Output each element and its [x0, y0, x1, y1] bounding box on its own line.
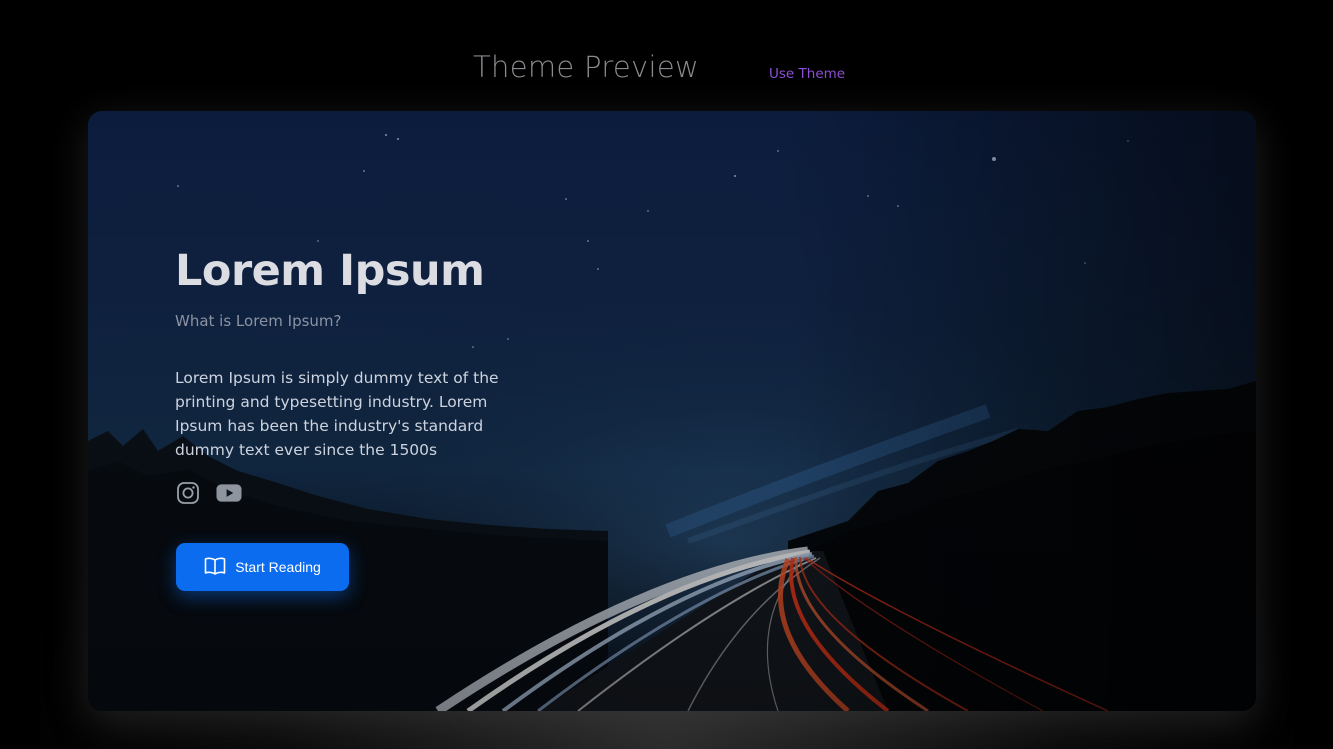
- start-reading-label: Start Reading: [235, 559, 321, 575]
- start-reading-button[interactable]: Start Reading: [176, 543, 349, 591]
- hero-content: Lorem Ipsum What is Lorem Ipsum? Lorem I…: [175, 241, 535, 507]
- preview-card: Lorem Ipsum What is Lorem Ipsum? Lorem I…: [88, 111, 1256, 711]
- instagram-icon[interactable]: [175, 480, 201, 506]
- hero-title: Lorem Ipsum: [175, 246, 485, 296]
- use-theme-link[interactable]: Use Theme: [769, 66, 845, 82]
- theme-preview-page: Theme Preview Use Theme Lorem Ipsum What…: [0, 0, 1333, 749]
- hero-subtitle: What is Lorem Ipsum?: [175, 312, 342, 330]
- page-title: Theme Preview: [473, 50, 700, 84]
- youtube-icon[interactable]: [216, 480, 242, 506]
- header: Theme Preview Use Theme: [0, 0, 1333, 110]
- open-book-icon: [204, 556, 226, 579]
- social-links: [175, 479, 535, 507]
- hero-body-text: Lorem Ipsum is simply dummy text of the …: [175, 369, 499, 459]
